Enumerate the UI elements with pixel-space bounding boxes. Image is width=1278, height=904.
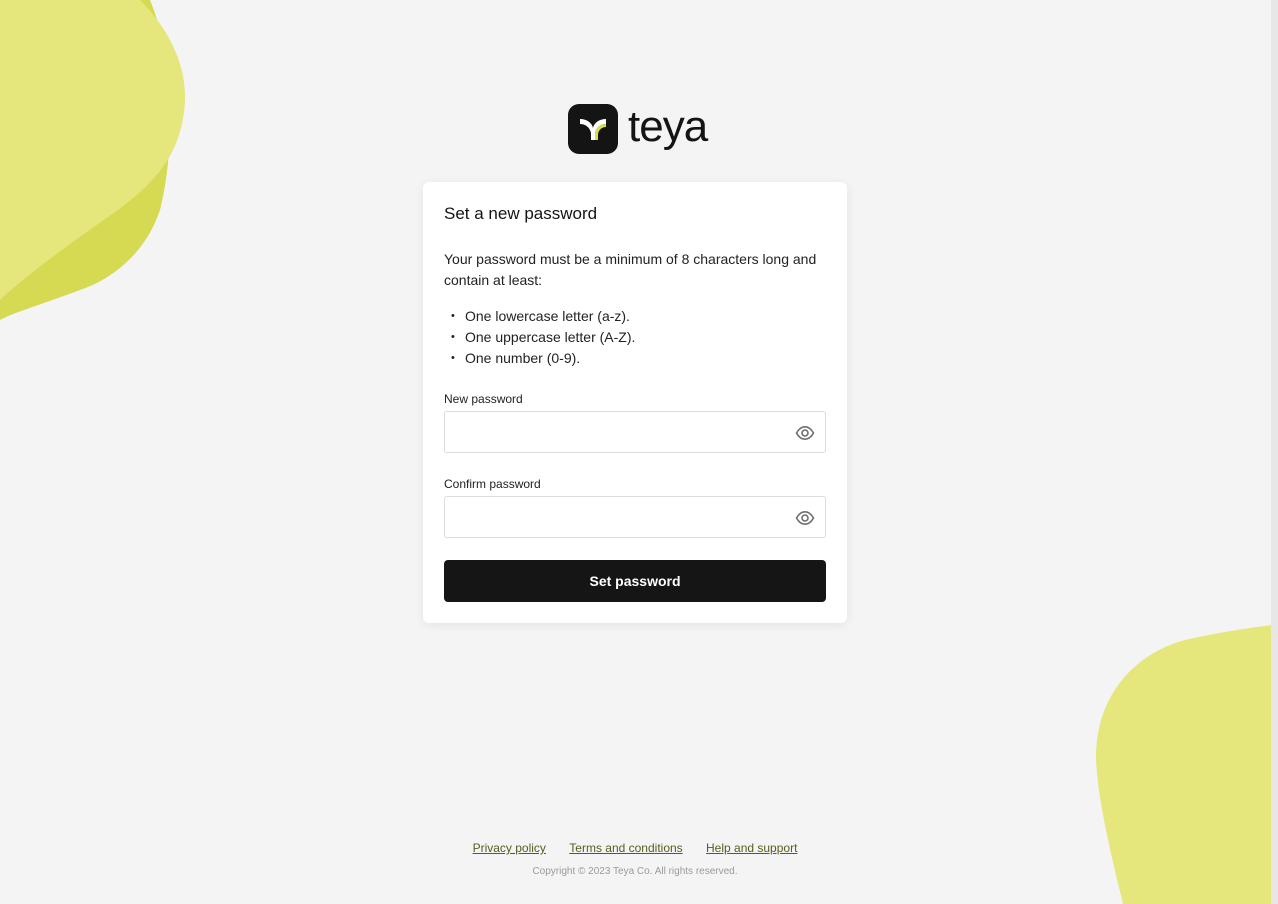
rule-uppercase: One uppercase letter (A-Z).: [444, 327, 635, 348]
confirm-password-input[interactable]: [445, 497, 799, 537]
password-rules-list: One lowercase letter (a-z). One uppercas…: [444, 306, 635, 369]
terms-link[interactable]: Terms and conditions: [569, 841, 682, 855]
password-requirements-text: Your password must be a minimum of 8 cha…: [444, 251, 817, 288]
confirm-password-label: Confirm password: [444, 477, 541, 491]
set-password-button[interactable]: Set password: [444, 560, 826, 602]
privacy-policy-link[interactable]: Privacy policy: [473, 841, 546, 855]
card-title: Set a new password: [444, 204, 598, 223]
help-support-link[interactable]: Help and support: [706, 841, 797, 855]
new-password-label: New password: [444, 392, 523, 406]
rule-lowercase: One lowercase letter (a-z).: [444, 306, 635, 327]
scrollbar-track[interactable]: [1271, 0, 1278, 904]
rule-number: One number (0-9).: [444, 348, 635, 369]
bottom-right-blob: [1095, 625, 1271, 904]
confirm-password-field: [444, 496, 826, 538]
eye-icon[interactable]: [795, 508, 815, 528]
teya-logo-mark-icon: [568, 104, 618, 154]
logo-wordmark: teya: [628, 102, 708, 151]
set-password-card: Set a new password Your password must be…: [423, 182, 847, 623]
teya-logo: teya: [568, 102, 708, 154]
copyright-text: Copyright © 2023 Teya Co. All rights res…: [532, 866, 738, 877]
eye-icon[interactable]: [795, 423, 815, 443]
new-password-field: [444, 411, 826, 453]
footer-links: Privacy policy Terms and conditions Help…: [0, 841, 1270, 855]
new-password-input[interactable]: [445, 412, 799, 452]
